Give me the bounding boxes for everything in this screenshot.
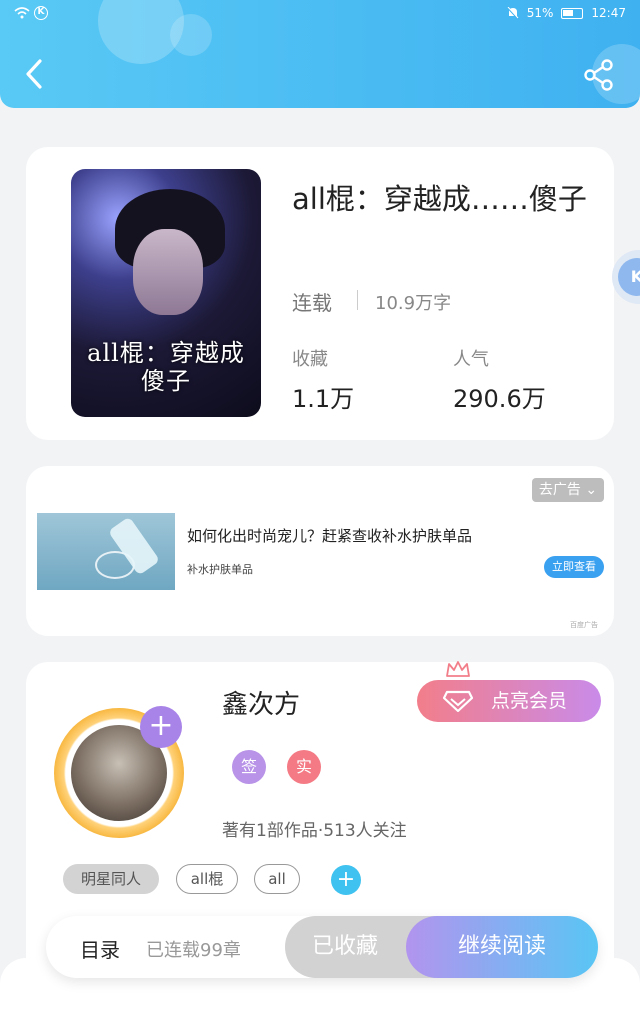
bottom-action-bar: 目录 已连载99章 已收藏 继续阅读 bbox=[46, 916, 598, 978]
ad-subtitle: 补水护肤单品 bbox=[187, 563, 253, 576]
verified-badge: 实 bbox=[287, 750, 321, 784]
clock: 12:47 bbox=[591, 6, 626, 20]
ad-image[interactable] bbox=[37, 513, 175, 590]
back-arrow-icon[interactable] bbox=[20, 56, 50, 92]
divider bbox=[357, 290, 358, 310]
ad-source: 百度广告 bbox=[570, 621, 598, 629]
chapter-count: 已连载99章 bbox=[146, 940, 241, 961]
continue-reading-button[interactable]: 继续阅读 bbox=[406, 916, 598, 978]
tag-item[interactable]: 明星同人 bbox=[63, 864, 159, 894]
vip-label: 点亮会员 bbox=[491, 690, 568, 712]
remove-ad-button[interactable]: 去广告 ⌄ bbox=[532, 478, 604, 502]
book-status: 连载 bbox=[292, 291, 332, 315]
cover-text: all棍：穿越成 傻子 bbox=[87, 339, 245, 395]
ad-title[interactable]: 如何化出时尚宠儿？赶紧查收补水护肤单品 bbox=[187, 525, 472, 546]
popularity-label: 人气 bbox=[453, 349, 489, 370]
ad-card[interactable]: 去广告 ⌄ 如何化出时尚宠儿？赶紧查收补水护肤单品 补水护肤单品 立即查看 百度… bbox=[26, 466, 614, 636]
signed-badge: 签 bbox=[232, 750, 266, 784]
ad-cta-button[interactable]: 立即查看 bbox=[544, 556, 604, 578]
follow-plus-button[interactable]: + bbox=[140, 706, 182, 748]
toc-button[interactable]: 目录 bbox=[80, 934, 120, 963]
favorites-label: 收藏 bbox=[292, 349, 328, 370]
cover-face bbox=[133, 229, 203, 315]
add-tag-button[interactable]: + bbox=[331, 865, 361, 895]
book-title: all棍：穿越成……傻子 bbox=[292, 182, 587, 216]
battery-icon bbox=[561, 7, 584, 19]
crown-icon bbox=[446, 661, 470, 677]
status-bar: K 51% 12:47 bbox=[0, 6, 640, 24]
author-name: 鑫次方 bbox=[222, 690, 301, 720]
book-cover[interactable]: all棍：穿越成 傻子 bbox=[71, 169, 261, 417]
tag-item[interactable]: all bbox=[254, 864, 300, 894]
battery-percent: 51% bbox=[526, 6, 554, 20]
popularity-value: 290.6万 bbox=[453, 385, 546, 413]
chevron-down-icon: ⌄ bbox=[585, 482, 598, 498]
author-meta: 著有1部作品·513人关注 bbox=[222, 821, 407, 841]
share-icon[interactable] bbox=[582, 58, 616, 92]
vip-button[interactable]: 点亮会员 bbox=[417, 680, 601, 722]
wifi-icon bbox=[14, 7, 30, 19]
tag-item[interactable]: all棍 bbox=[176, 864, 238, 894]
remove-ad-label: 去广告 bbox=[538, 482, 581, 498]
book-word-count: 10.9万字 bbox=[375, 293, 452, 314]
diamond-icon bbox=[443, 690, 473, 712]
mute-icon bbox=[507, 6, 519, 20]
top-header: K 51% 12:47 bbox=[0, 0, 640, 108]
floating-side-button[interactable]: K bbox=[612, 250, 640, 304]
k-status-icon: K bbox=[34, 6, 48, 20]
book-info-card: all棍：穿越成 傻子 all棍：穿越成……傻子 连载 10.9万字 收藏 1.… bbox=[26, 147, 614, 440]
favorites-value: 1.1万 bbox=[292, 385, 355, 413]
floating-k-icon: K bbox=[618, 258, 640, 296]
